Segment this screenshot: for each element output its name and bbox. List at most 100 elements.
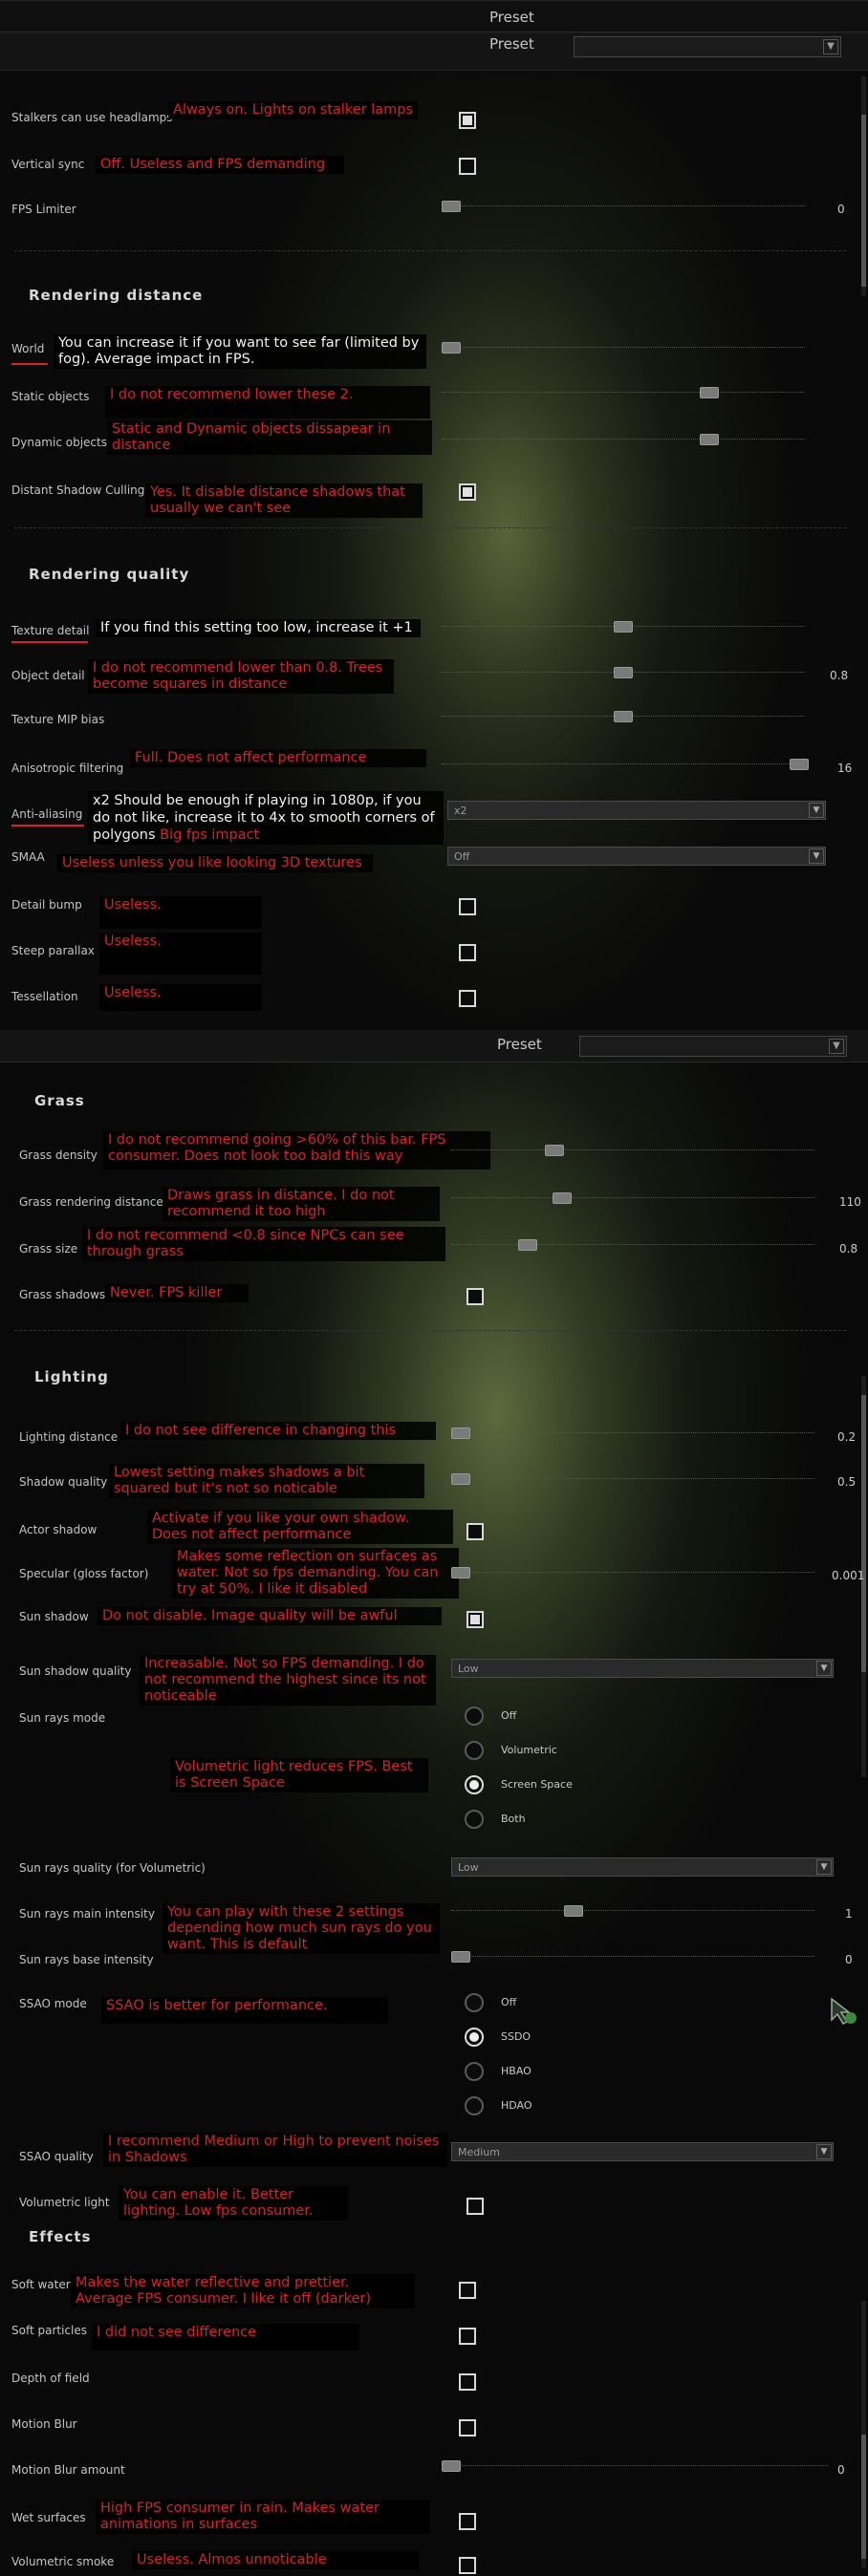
ssao-mode-radio-hbao[interactable] bbox=[465, 2062, 484, 2081]
sun-rays-mode-radio-screen-space[interactable] bbox=[465, 1775, 484, 1794]
lighting-distance-value: 0.2 bbox=[837, 1430, 857, 1444]
ssao-mode-radio-off[interactable] bbox=[465, 1993, 484, 2012]
sun-rays-base-value: 0 bbox=[845, 1953, 853, 1966]
preset-row: Preset ▼ bbox=[0, 32, 868, 71]
mip-bias-slider[interactable] bbox=[442, 711, 805, 722]
volumetric-smoke-note: Useless. Almos unnoticable bbox=[132, 2551, 419, 2569]
motion-blur-checkbox[interactable] bbox=[459, 2419, 476, 2436]
slider-thumb[interactable] bbox=[614, 711, 633, 722]
sun-shadow-quality-value: Low bbox=[458, 1663, 479, 1675]
slider-thumb[interactable] bbox=[451, 1567, 470, 1578]
wet-surfaces-checkbox[interactable] bbox=[459, 2513, 476, 2530]
slider-thumb[interactable] bbox=[451, 1428, 470, 1439]
sun-shadow-checkbox[interactable] bbox=[467, 1611, 484, 1628]
preset-dropdown-2[interactable]: ▼ bbox=[579, 1036, 847, 1057]
sun-shadow-quality-dropdown[interactable]: Low ▼ bbox=[451, 1659, 834, 1678]
volumetric-light-checkbox[interactable] bbox=[467, 2198, 484, 2215]
shadow-culling-checkbox[interactable] bbox=[459, 483, 476, 501]
lighting-distance-slider[interactable] bbox=[451, 1428, 814, 1439]
aniso-slider[interactable] bbox=[442, 759, 809, 770]
underline-mark bbox=[11, 363, 48, 365]
smaa-dropdown[interactable]: Off ▼ bbox=[447, 847, 826, 866]
shadow-quality-slider[interactable] bbox=[451, 1473, 814, 1485]
sun-shadow-quality-note: Increasable. Not so FPS demanding. I do … bbox=[140, 1655, 436, 1706]
volumetric-smoke-checkbox[interactable] bbox=[459, 2557, 476, 2574]
scrollbar-thumb[interactable] bbox=[861, 1395, 866, 1672]
slider-thumb[interactable] bbox=[518, 1239, 537, 1251]
ssao-quality-dropdown[interactable]: Medium ▼ bbox=[451, 2142, 834, 2161]
chevron-down-icon: ▼ bbox=[809, 803, 824, 818]
tessellation-checkbox[interactable] bbox=[459, 990, 476, 1007]
grass-distance-slider[interactable] bbox=[451, 1192, 814, 1204]
sun-rays-main-note: You can play with these 2 settings depen… bbox=[163, 1903, 440, 1954]
cursor-icon bbox=[830, 1997, 860, 2028]
actor-shadow-label: Actor shadow bbox=[19, 1523, 98, 1536]
slider-thumb[interactable] bbox=[614, 667, 633, 678]
soft-particles-checkbox[interactable] bbox=[459, 2328, 476, 2345]
motion-blur-amount-slider[interactable] bbox=[442, 2460, 828, 2472]
ssao-mode-radio-hdao[interactable] bbox=[465, 2096, 484, 2115]
slider-thumb[interactable] bbox=[700, 387, 719, 398]
grass-size-value: 0.8 bbox=[839, 1242, 858, 1256]
soft-particles-label: Soft particles bbox=[11, 2324, 88, 2337]
ssao-mode-option-label: SSDO bbox=[501, 2030, 532, 2043]
slider-thumb[interactable] bbox=[553, 1192, 572, 1204]
sun-rays-base-slider[interactable] bbox=[451, 1951, 814, 1963]
slider-thumb[interactable] bbox=[614, 621, 633, 633]
scrollbar-thumb[interactable] bbox=[861, 115, 866, 287]
slider-thumb[interactable] bbox=[700, 434, 719, 445]
sun-rays-mode-radio-off[interactable] bbox=[465, 1707, 484, 1726]
world-slider[interactable] bbox=[442, 342, 805, 354]
depth-of-field-checkbox[interactable] bbox=[459, 2373, 476, 2391]
section-title-effects: Effects bbox=[29, 2228, 92, 2245]
texture-detail-slider[interactable] bbox=[442, 621, 805, 633]
scrollbar[interactable] bbox=[861, 76, 866, 296]
aniso-value: 16 bbox=[837, 762, 853, 775]
sun-rays-main-slider[interactable] bbox=[451, 1905, 814, 1917]
specular-label: Specular (gloss factor) bbox=[19, 1567, 149, 1580]
sun-rays-mode-note: Volumetric light reduces FPS. Best is Sc… bbox=[170, 1758, 428, 1792]
steep-parallax-checkbox[interactable] bbox=[459, 944, 476, 961]
object-detail-slider[interactable] bbox=[442, 667, 805, 678]
steep-parallax-label: Steep parallax bbox=[11, 944, 95, 957]
soft-water-checkbox[interactable] bbox=[459, 2282, 476, 2299]
slider-thumb[interactable] bbox=[451, 1951, 470, 1963]
vsync-checkbox[interactable] bbox=[459, 158, 476, 175]
scrollbar[interactable] bbox=[861, 2301, 866, 2568]
static-objects-slider[interactable] bbox=[442, 387, 805, 398]
fps-limiter-slider[interactable] bbox=[442, 201, 805, 212]
sun-rays-quality-dropdown[interactable]: Low ▼ bbox=[451, 1857, 834, 1877]
actor-shadow-checkbox[interactable] bbox=[467, 1523, 484, 1540]
headlamps-checkbox[interactable] bbox=[459, 112, 476, 129]
sun-rays-mode-radio-volumetric[interactable] bbox=[465, 1741, 484, 1760]
chevron-down-icon: ▼ bbox=[829, 1039, 844, 1054]
sun-shadow-note: Do not disable. Image quality will be aw… bbox=[98, 1607, 442, 1625]
grass-density-slider[interactable] bbox=[451, 1145, 814, 1156]
preset-label-main: Preset bbox=[489, 35, 534, 53]
slider-thumb[interactable] bbox=[564, 1905, 583, 1917]
grass-shadows-checkbox[interactable] bbox=[467, 1288, 484, 1305]
sun-rays-mode-radio-both[interactable] bbox=[465, 1810, 484, 1829]
anti-aliasing-dropdown[interactable]: x2 ▼ bbox=[447, 801, 826, 820]
slider-thumb[interactable] bbox=[451, 1473, 470, 1485]
slider-thumb[interactable] bbox=[442, 342, 461, 354]
slider-thumb[interactable] bbox=[545, 1145, 564, 1156]
anti-aliasing-value: x2 bbox=[454, 805, 467, 817]
slider-thumb[interactable] bbox=[442, 2460, 461, 2472]
grass-size-slider[interactable] bbox=[451, 1239, 814, 1251]
sun-rays-quality-label: Sun rays quality (for Volumetric) bbox=[19, 1861, 206, 1875]
world-label: World bbox=[11, 342, 45, 355]
grass-distance-label: Grass rendering distance bbox=[19, 1195, 163, 1209]
scrollbar-thumb[interactable] bbox=[861, 2435, 866, 2559]
slider-thumb[interactable] bbox=[790, 759, 809, 770]
chevron-down-icon: ▼ bbox=[816, 2144, 832, 2159]
detail-bump-checkbox[interactable] bbox=[459, 898, 476, 915]
section-title-rendering-quality: Rendering quality bbox=[29, 566, 190, 583]
specular-slider[interactable] bbox=[451, 1567, 814, 1578]
preset-dropdown[interactable]: ▼ bbox=[574, 36, 841, 57]
shadow-culling-note: Yes. It disable distance shadows that us… bbox=[145, 483, 423, 518]
dynamic-objects-slider[interactable] bbox=[442, 434, 805, 445]
slider-thumb[interactable] bbox=[442, 201, 461, 212]
grass-size-label: Grass size bbox=[19, 1242, 78, 1256]
ssao-mode-radio-ssdo[interactable] bbox=[465, 2028, 484, 2047]
